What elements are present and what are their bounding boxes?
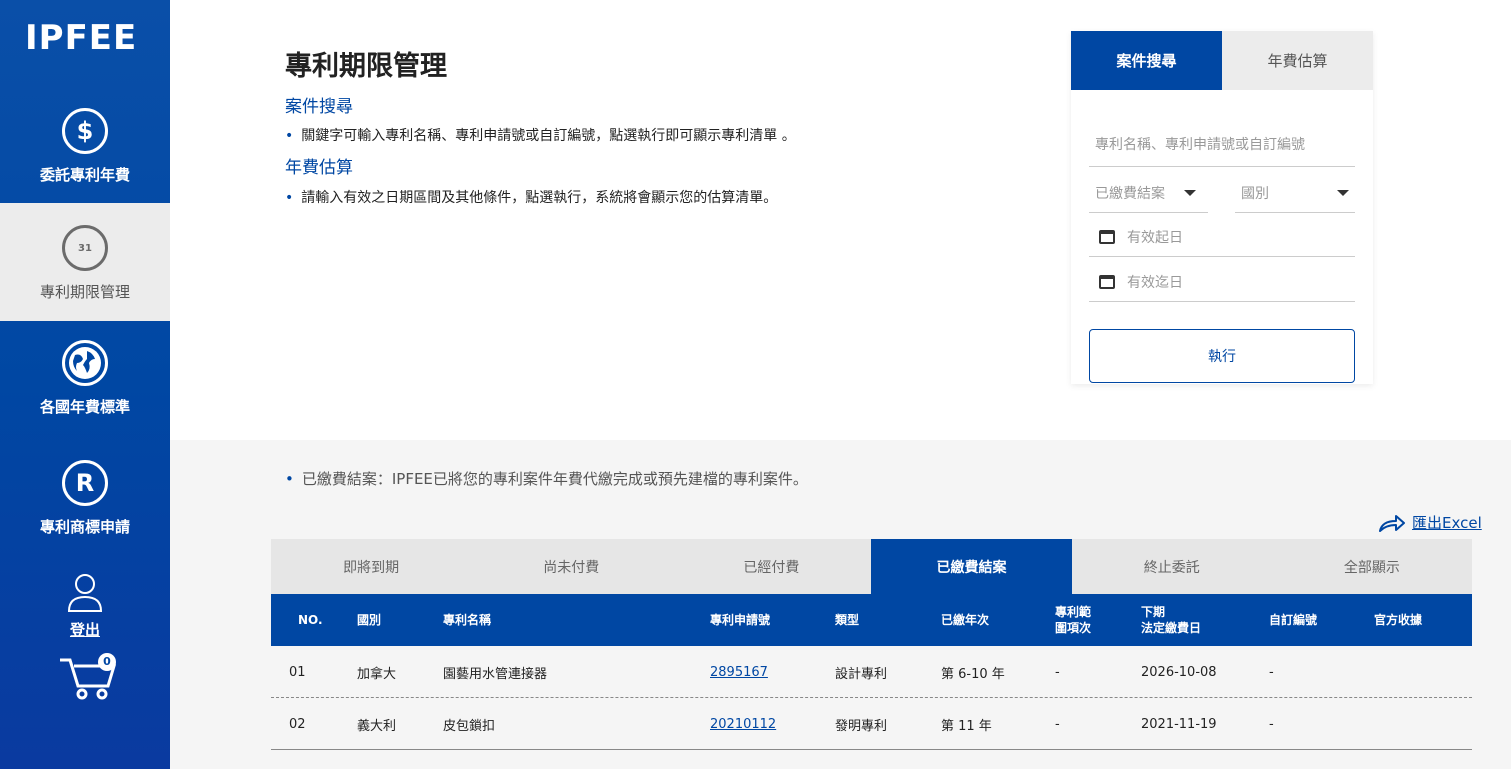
status-select[interactable]: 已繳費結案 xyxy=(1089,173,1208,213)
col-claims-line2: 圍項次 xyxy=(1055,621,1092,635)
cell-next-due: 2026-10-08 xyxy=(1141,664,1217,680)
export-excel-label: 匯出Excel xyxy=(1412,514,1482,532)
section-title-search: 案件搜尋 xyxy=(285,97,353,117)
col-paid-years: 已繳年次 xyxy=(941,613,990,627)
cell-name: 皮包鎖扣 xyxy=(443,718,496,734)
cell-paid-years: 第 11 年 xyxy=(941,718,992,734)
execute-button[interactable]: 執行 xyxy=(1089,329,1355,383)
logout-label: 登出 xyxy=(69,621,100,639)
sidebar-item-label: 專利商標申請 xyxy=(39,518,130,536)
chevron-down-icon xyxy=(1184,189,1196,196)
tab-fee-estimate[interactable]: 年費估算 xyxy=(1222,31,1373,90)
col-claims-line1: 專利範 xyxy=(1055,605,1092,619)
tab-paid[interactable]: 已經付費 xyxy=(671,539,871,594)
col-name: 專利名稱 xyxy=(443,613,492,627)
page-title: 專利期限管理 xyxy=(285,51,447,82)
end-date-placeholder: 有效迄日 xyxy=(1127,274,1183,291)
table-row: 02 義大利 皮包鎖扣 20210112 發明專利 第 11 年 - 2021-… xyxy=(271,698,1472,750)
tab-case-search[interactable]: 案件搜尋 xyxy=(1071,31,1222,90)
col-next-due: 下期 法定繳費日 xyxy=(1141,594,1201,646)
tab-show-all[interactable]: 全部顯示 xyxy=(1272,539,1472,594)
cell-type: 發明專利 xyxy=(835,718,888,734)
calendar-icon xyxy=(1099,274,1115,289)
table-row: 01 加拿大 園藝用水管連接器 2895167 設計專利 第 6-10 年 - … xyxy=(271,646,1472,698)
sidebar: IPFEE $ 委託專利年費 31 專利期限管理 各國年費標準 R 專利商標申請… xyxy=(0,0,170,769)
col-no: NO. xyxy=(298,613,323,627)
cell-claims: - xyxy=(1055,716,1060,732)
tab-closed[interactable]: 已繳費結案 xyxy=(871,539,1072,594)
search-panel: 案件搜尋 年費估算 專利名稱、專利申請號或自訂編號 已繳費結案 國別 有效起日 … xyxy=(1071,31,1373,384)
sidebar-item-label: 各國年費標準 xyxy=(39,398,130,416)
cell-paid-years: 第 6-10 年 xyxy=(941,666,1005,682)
cell-no: 02 xyxy=(289,716,306,732)
sidebar-item-deadline-management[interactable]: 31 專利期限管理 xyxy=(0,203,170,321)
cell-claims: - xyxy=(1055,664,1060,680)
col-country: 國別 xyxy=(357,613,382,627)
status-note: 已繳費結案：IPFEE已將您的專利案件年費代繳完成或預先建檔的專利案件。 xyxy=(285,468,808,489)
cell-country: 義大利 xyxy=(357,718,397,734)
cell-custom-no: - xyxy=(1269,664,1274,680)
start-date-field[interactable]: 有效起日 xyxy=(1089,217,1355,257)
chevron-down-icon xyxy=(1337,189,1349,196)
col-app-no: 專利申請號 xyxy=(710,613,771,627)
status-tabs: 即將到期 尚未付費 已經付費 已繳費結案 終止委託 全部顯示 xyxy=(271,539,1472,594)
cell-country: 加拿大 xyxy=(357,666,397,682)
cell-custom-no: - xyxy=(1269,716,1274,732)
keyword-input[interactable]: 專利名稱、專利申請號或自訂編號 xyxy=(1089,121,1355,167)
cell-app-no-link[interactable]: 20210112 xyxy=(710,698,776,750)
start-date-placeholder: 有效起日 xyxy=(1127,229,1183,246)
col-next-due-line2: 法定繳費日 xyxy=(1141,621,1202,635)
tab-expiring[interactable]: 即將到期 xyxy=(271,539,471,594)
logo[interactable]: IPFEE xyxy=(25,18,137,58)
user-icon xyxy=(67,574,103,612)
calendar-icon xyxy=(1099,229,1115,244)
calendar-icon: 31 xyxy=(62,225,108,271)
cell-app-no-link[interactable]: 2895167 xyxy=(710,646,768,698)
tab-unpaid[interactable]: 尚未付費 xyxy=(471,539,671,594)
registered-icon: R xyxy=(62,460,108,506)
col-custom-no: 自訂編號 xyxy=(1269,613,1318,627)
logout-link[interactable]: 登出 xyxy=(0,573,170,640)
col-claims: 專利範 圍項次 xyxy=(1055,594,1091,646)
globe-icon xyxy=(62,340,108,386)
status-select-value: 已繳費結案 xyxy=(1095,185,1165,202)
table-header: NO. 國別 專利名稱 專利申請號 類型 已繳年次 專利範 圍項次 下期 法定繳… xyxy=(271,594,1472,646)
results-section: 已繳費結案：IPFEE已將您的專利案件年費代繳完成或預先建檔的專利案件。 匯出E… xyxy=(170,440,1511,769)
keyword-placeholder: 專利名稱、專利申請號或自訂編號 xyxy=(1095,136,1305,153)
col-next-due-line1: 下期 xyxy=(1141,605,1166,619)
sidebar-item-patent-annuity[interactable]: $ 委託專利年費 xyxy=(0,100,170,200)
col-type: 類型 xyxy=(835,613,860,627)
sidebar-item-label: 專利期限管理 xyxy=(39,283,130,301)
section-text-estimate: 請輸入有效之日期區間及其他條件，點選執行，系統將會顯示您的估算清單。 xyxy=(285,187,777,207)
section-text-search: 關鍵字可輸入專利名稱、專利申請號或自訂編號，點選執行即可顯示專利清單 。 xyxy=(285,125,795,145)
country-select[interactable]: 國別 xyxy=(1235,173,1355,213)
section-title-estimate: 年費估算 xyxy=(285,158,353,178)
cell-next-due: 2021-11-19 xyxy=(1141,716,1217,732)
end-date-field[interactable]: 有效迄日 xyxy=(1089,262,1355,302)
cart-count-badge: 0 xyxy=(98,653,116,671)
dollar-icon: $ xyxy=(62,108,108,154)
country-select-value: 國別 xyxy=(1241,185,1269,202)
sidebar-item-label: 委託專利年費 xyxy=(39,166,130,184)
col-receipt: 官方收據 xyxy=(1374,613,1423,627)
sidebar-item-fee-standards[interactable]: 各國年費標準 xyxy=(0,340,170,440)
cell-type: 設計專利 xyxy=(835,666,888,682)
share-arrow-icon xyxy=(1379,514,1405,532)
export-excel-link[interactable]: 匯出Excel xyxy=(1378,512,1482,533)
cell-name: 園藝用水管連接器 xyxy=(443,666,548,682)
cell-no: 01 xyxy=(289,664,306,680)
tab-terminated[interactable]: 終止委託 xyxy=(1072,539,1272,594)
sidebar-item-trademark-application[interactable]: R 專利商標申請 xyxy=(0,460,170,560)
